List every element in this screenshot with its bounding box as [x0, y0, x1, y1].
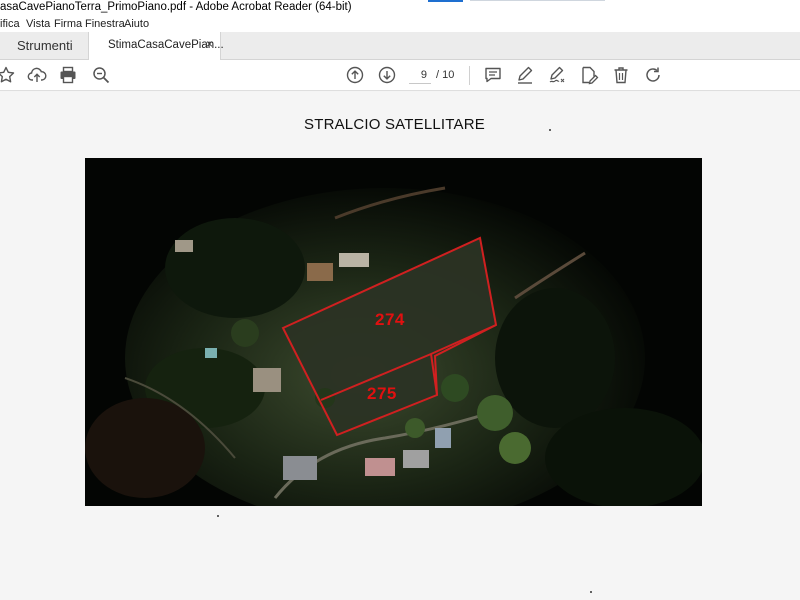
menu-item-firma[interactable]: Firma — [54, 18, 82, 30]
menu-bar: ifica Vista Firma Finestra Aiuto — [0, 16, 800, 32]
tab-bar: Strumenti StimaCasaCavePian... × — [0, 32, 800, 61]
page-number-input[interactable]: 9 — [409, 67, 431, 84]
delete-icon[interactable] — [611, 65, 631, 85]
toolbar: 9 / 10 — [0, 60, 800, 91]
satellite-photo — [85, 158, 702, 506]
edit-pdf-icon[interactable] — [579, 65, 599, 85]
parcel-label-274: 274 — [375, 310, 405, 329]
highlight-pen-icon[interactable] — [515, 65, 535, 85]
cloud-upload-icon[interactable] — [27, 65, 47, 85]
menu-item-finestra[interactable]: Finestra — [85, 18, 125, 30]
toolbar-separator — [469, 66, 470, 85]
title-bar-divider — [470, 0, 605, 1]
scan-speck — [590, 591, 592, 593]
satellite-image: 274 275 — [85, 158, 702, 506]
menu-item-vista[interactable]: Vista — [26, 18, 50, 30]
comment-icon[interactable] — [483, 65, 503, 85]
close-icon[interactable]: × — [206, 37, 213, 51]
tab-strumenti[interactable]: Strumenti — [0, 32, 87, 60]
print-icon[interactable] — [58, 65, 78, 85]
window-title: asaCavePianoTerra_PrimoPiano.pdf - Adobe… — [0, 1, 352, 13]
tab-document[interactable]: StimaCasaCavePian... × — [88, 32, 224, 61]
document-viewport[interactable]: STRALCIO SATELLITARE 274 275 — [0, 92, 800, 600]
title-bar-accent — [428, 0, 463, 2]
page-heading: STRALCIO SATELLITARE — [304, 116, 485, 133]
star-icon[interactable] — [0, 65, 16, 85]
zoom-out-icon[interactable] — [91, 65, 111, 85]
menu-item-aiuto[interactable]: Aiuto — [124, 18, 149, 30]
menu-item-modifica[interactable]: ifica — [0, 18, 20, 30]
title-bar: asaCavePianoTerra_PrimoPiano.pdf - Adobe… — [0, 0, 800, 16]
page-down-icon[interactable] — [377, 65, 397, 85]
page-total: / 10 — [436, 69, 455, 81]
fill-sign-icon[interactable] — [547, 65, 567, 85]
parcel-label-275: 275 — [367, 384, 397, 403]
scan-speck — [549, 129, 551, 131]
pdf-page: STRALCIO SATELLITARE 274 275 — [0, 92, 800, 600]
scan-speck — [217, 515, 219, 517]
page-up-icon[interactable] — [345, 65, 365, 85]
rotate-icon[interactable] — [643, 65, 663, 85]
